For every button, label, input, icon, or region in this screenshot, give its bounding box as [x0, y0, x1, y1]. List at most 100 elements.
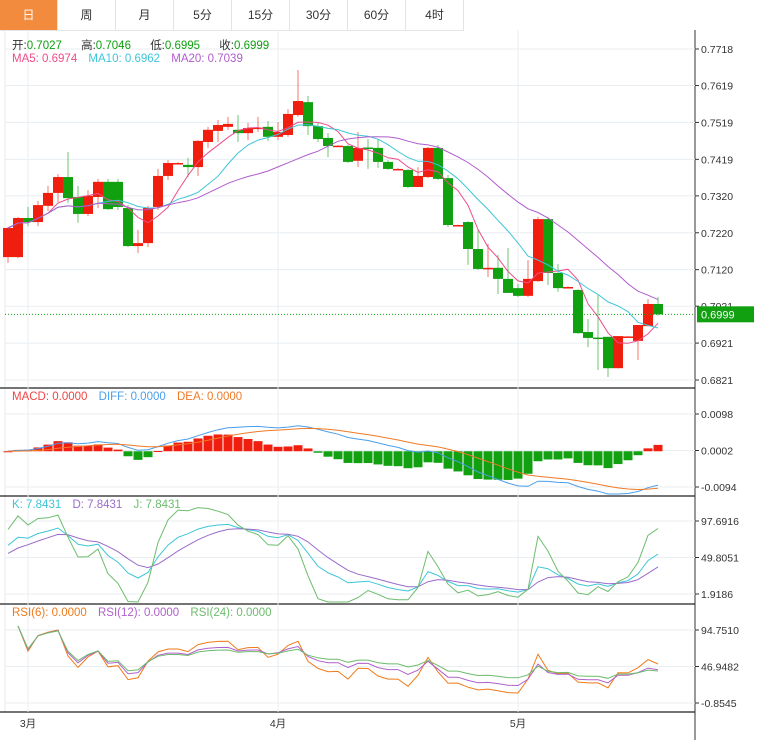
high-label: 高: [81, 40, 96, 52]
candle [393, 168, 403, 171]
macd-bar [263, 444, 273, 452]
price-tick-label: 0.7320 [701, 191, 733, 203]
d-line [7, 528, 659, 591]
macd-bar [173, 442, 183, 452]
rsi12-legend-value: RSI(12): 0.0000 [98, 607, 180, 619]
candle [653, 296, 663, 316]
candle-body [493, 267, 503, 279]
macd-tick-label: -0.0094 [701, 482, 737, 494]
macd-bar [133, 451, 143, 460]
ohlc-legend: 开:0.7027 高:0.7046 低:0.6995 收:0.6999 [12, 37, 285, 53]
candle [493, 254, 503, 295]
rsi24-line [17, 625, 659, 679]
candle-body [173, 163, 183, 165]
candle-body [333, 145, 343, 148]
low-value: 0.6995 [164, 40, 201, 52]
candle-body [643, 303, 653, 327]
macd-bar [303, 448, 313, 452]
candle-body [503, 278, 513, 293]
candle-body [223, 123, 233, 127]
kdj-tick-label: 97.6916 [701, 516, 739, 528]
candle-body [53, 177, 63, 193]
macd-legend: MACD: 0.0000 DIFF: 0.0000 DEA: 0.0000 [12, 391, 250, 403]
candle [223, 116, 233, 130]
price-tick-label: 0.7619 [701, 81, 733, 93]
macd-bar [353, 451, 363, 464]
candle [463, 220, 473, 265]
candle-body [63, 177, 73, 199]
rsi12-line [17, 625, 659, 687]
diff-line [7, 425, 659, 495]
candle-body [3, 227, 13, 258]
candle-body [263, 126, 273, 137]
macd-bar [593, 451, 603, 466]
macd-tick-label: 0.0002 [701, 446, 733, 458]
d-legend-value: D: 7.8431 [72, 499, 123, 511]
rsi6-legend-value: RSI(6): 0.0000 [12, 607, 87, 619]
candle-body [163, 163, 173, 176]
candle [333, 145, 343, 148]
candle [323, 133, 333, 158]
candle-body [213, 125, 223, 131]
price-tick-label: 0.7718 [701, 44, 733, 56]
low-label: 低: [150, 40, 165, 52]
candle [363, 139, 373, 169]
macd-bar [153, 451, 163, 453]
j-line [7, 507, 659, 603]
candle-body [393, 168, 403, 171]
candle-body [573, 289, 583, 334]
macd-bar [523, 451, 533, 474]
candle [643, 299, 653, 327]
macd-bar [253, 441, 263, 452]
candle-body [483, 267, 493, 270]
candle [513, 284, 523, 297]
candle [573, 289, 583, 334]
price-tick-label: 0.7419 [701, 154, 733, 166]
candle [623, 336, 633, 338]
high-value: 0.7046 [95, 40, 131, 52]
candle [103, 178, 113, 210]
macd-bar [343, 451, 353, 463]
rsi-tick-label: 46.9482 [701, 662, 739, 674]
candle-body [203, 129, 213, 142]
candle-body [523, 278, 533, 296]
candle-body [93, 181, 103, 197]
macd-bar [473, 451, 483, 479]
candle [503, 247, 513, 293]
candle [403, 168, 413, 189]
kdj-tick-label: 49.8051 [701, 553, 739, 565]
candle [173, 162, 183, 165]
macd-bar [143, 451, 153, 458]
candle [433, 144, 443, 180]
candle [133, 229, 143, 254]
macd-bar [653, 444, 663, 452]
candle [203, 126, 213, 148]
candle [83, 189, 93, 217]
macd-bar [403, 451, 413, 469]
candle [153, 168, 163, 210]
candle [293, 70, 303, 117]
candle [163, 160, 173, 180]
close-label: 收: [219, 40, 234, 52]
candle [453, 224, 463, 227]
candle [613, 336, 623, 369]
candle-body [293, 101, 303, 116]
candle [543, 216, 553, 286]
candle-body [183, 164, 193, 168]
macd-bar [583, 451, 593, 466]
price-tick-label: 0.7220 [701, 228, 733, 240]
candle-body [143, 208, 153, 244]
candle-body [383, 161, 393, 169]
kdj-legend: K: 7.8431 D: 7.8431 J: 7.8431 [12, 499, 189, 511]
rsi-legend: RSI(6): 0.0000 RSI(12): 0.0000 RSI(24): … [12, 607, 280, 619]
macd-bar [103, 447, 113, 452]
diff-legend-value: DIFF: 0.0000 [98, 391, 166, 403]
candle [73, 185, 83, 223]
candle-body [453, 225, 463, 227]
open-label: 开: [12, 40, 27, 52]
last-price-label: 0.6999 [701, 309, 735, 321]
candle [193, 140, 203, 176]
candle-body [343, 146, 353, 162]
macd-bar [603, 451, 613, 469]
candle [603, 336, 613, 378]
